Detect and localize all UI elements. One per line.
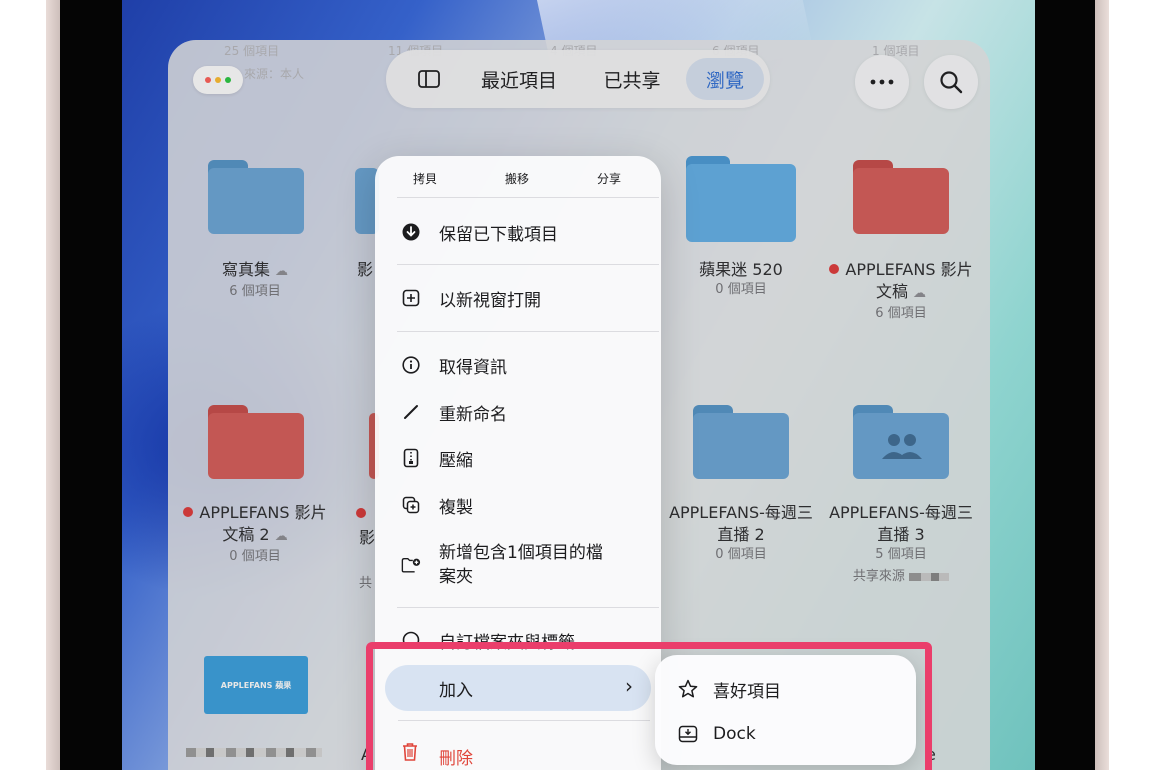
- menu-item-new-folder-with-item[interactable]: 新增包含1個項目的檔案夾: [375, 536, 661, 594]
- partial-item-name: 影: [359, 528, 376, 547]
- copy-action[interactable]: 拷貝: [413, 170, 437, 187]
- window-controls[interactable]: [193, 66, 243, 94]
- list-item[interactable]: APPLEFANS-每週三直播 3 5 個項目 共享來源: [826, 502, 976, 586]
- sidebar-icon[interactable]: [406, 50, 452, 108]
- menu-item-label: 複製: [439, 497, 473, 518]
- folder-icon[interactable]: [693, 405, 789, 479]
- close-dot-icon[interactable]: [205, 77, 211, 83]
- new-folder-icon: [401, 555, 421, 575]
- tab-recents[interactable]: 最近項目: [474, 50, 564, 108]
- folder-icon[interactable]: [853, 160, 949, 234]
- menu-item-label: 新增包含1個項目的檔案夾: [439, 543, 603, 587]
- partial-shared-label: 共: [359, 576, 373, 591]
- search-button[interactable]: [924, 55, 978, 109]
- list-item[interactable]: APPLEFANS-每週三直播 2 0 個項目: [666, 502, 816, 564]
- red-tag-icon: [356, 508, 366, 518]
- new-window-icon: [401, 288, 421, 308]
- folder-icon[interactable]: [208, 405, 304, 479]
- download-circle-icon: [401, 222, 421, 242]
- item-count: 6 個項目: [875, 306, 927, 321]
- cloud-icon: ☁: [275, 264, 289, 279]
- screenshot: 25 個項目 11 個項目 4 個項目 6 個項目 1 個項目 來源：本人 最近…: [0, 0, 1155, 770]
- item-count: 0 個項目: [715, 282, 767, 297]
- menu-item-label: 保留已下載項目: [439, 224, 558, 245]
- tab-shared[interactable]: 已共享: [596, 50, 668, 108]
- cloud-icon: ☁: [274, 529, 288, 544]
- menu-item-keep-downloaded[interactable]: 保留已下載項目: [375, 212, 661, 252]
- move-action[interactable]: 搬移: [505, 170, 529, 187]
- blurred-name: [186, 748, 322, 757]
- menu-item-label: 以新視窗打開: [439, 290, 541, 311]
- list-item[interactable]: 蘋果迷 520 0 個項目: [666, 259, 816, 299]
- menu-item-label: 壓縮: [439, 450, 473, 471]
- zoom-dot-icon[interactable]: [225, 77, 231, 83]
- menu-item-duplicate[interactable]: 複製: [375, 485, 661, 525]
- device-frame-left: [46, 0, 60, 770]
- item-name: 蘋果迷 520: [699, 260, 783, 279]
- folder-icon[interactable]: [686, 156, 796, 242]
- menu-item-rename[interactable]: 重新命名: [375, 392, 661, 432]
- item-count: 5 個項目: [875, 547, 927, 562]
- red-tag-icon: [829, 264, 840, 274]
- banner-text: APPLEFANS 蘋果: [220, 681, 292, 690]
- pencil-icon: [401, 402, 421, 422]
- share-action[interactable]: 分享: [597, 170, 621, 187]
- minimize-dot-icon[interactable]: [215, 77, 221, 83]
- item-name: APPLEFANS-每週三直播 3: [829, 503, 973, 544]
- item-name: APPLEFANS 影片文稿 2: [199, 503, 327, 544]
- blurred-name: [909, 572, 950, 581]
- thumbnail-image[interactable]: APPLEFANS 蘋果: [204, 656, 308, 714]
- list-item[interactable]: 寫真集 ☁ 6 個項目: [180, 259, 330, 301]
- search-icon: [940, 71, 963, 94]
- more-icon: [870, 79, 894, 85]
- partial-item-name: 影: [357, 260, 374, 279]
- list-item[interactable]: APPLEFANS 影片文稿 ☁ 6 個項目: [826, 259, 976, 323]
- item-name: APPLEFANS 影片文稿: [845, 260, 973, 301]
- annotation-highlight-box: [366, 642, 932, 770]
- item-count: 0 個項目: [715, 547, 767, 562]
- menu-item-label: 重新命名: [439, 404, 507, 425]
- item-count: 6 個項目: [229, 284, 281, 299]
- menu-item-compress[interactable]: 壓縮: [375, 438, 661, 478]
- item-name: 寫真集: [221, 260, 270, 279]
- ghost-count: 25 個項目: [224, 44, 280, 58]
- tab-browse[interactable]: 瀏覽: [686, 50, 764, 108]
- toolbar: 最近項目 已共享 瀏覽: [386, 50, 770, 108]
- item-name: APPLEFANS-每週三直播 2: [669, 503, 813, 544]
- menu-item-get-info[interactable]: 取得資訊: [375, 345, 661, 385]
- red-tag-icon: [183, 507, 194, 517]
- shared-folder-icon[interactable]: [853, 405, 949, 479]
- shared-by-label: 共享來源: [852, 569, 905, 584]
- quick-actions: 拷貝 搬移 分享: [375, 162, 661, 192]
- people-icon: [882, 434, 922, 459]
- item-count: 0 個項目: [229, 549, 281, 564]
- list-item[interactable]: APPLEFANS 影片文稿 2 ☁ 0 個項目: [180, 502, 330, 566]
- more-button[interactable]: [855, 55, 909, 109]
- info-icon: [401, 355, 421, 375]
- menu-item-open-new-window[interactable]: 以新視窗打開: [375, 278, 661, 318]
- ghost-owner: 來源：本人: [244, 67, 305, 81]
- device-frame-right: [1095, 0, 1109, 770]
- folder-icon[interactable]: [208, 160, 304, 234]
- archive-icon: [401, 448, 421, 468]
- partial-item-label: [356, 504, 372, 523]
- cloud-icon: ☁: [913, 286, 927, 301]
- menu-item-label: 取得資訊: [439, 357, 507, 378]
- duplicate-icon: [401, 495, 421, 515]
